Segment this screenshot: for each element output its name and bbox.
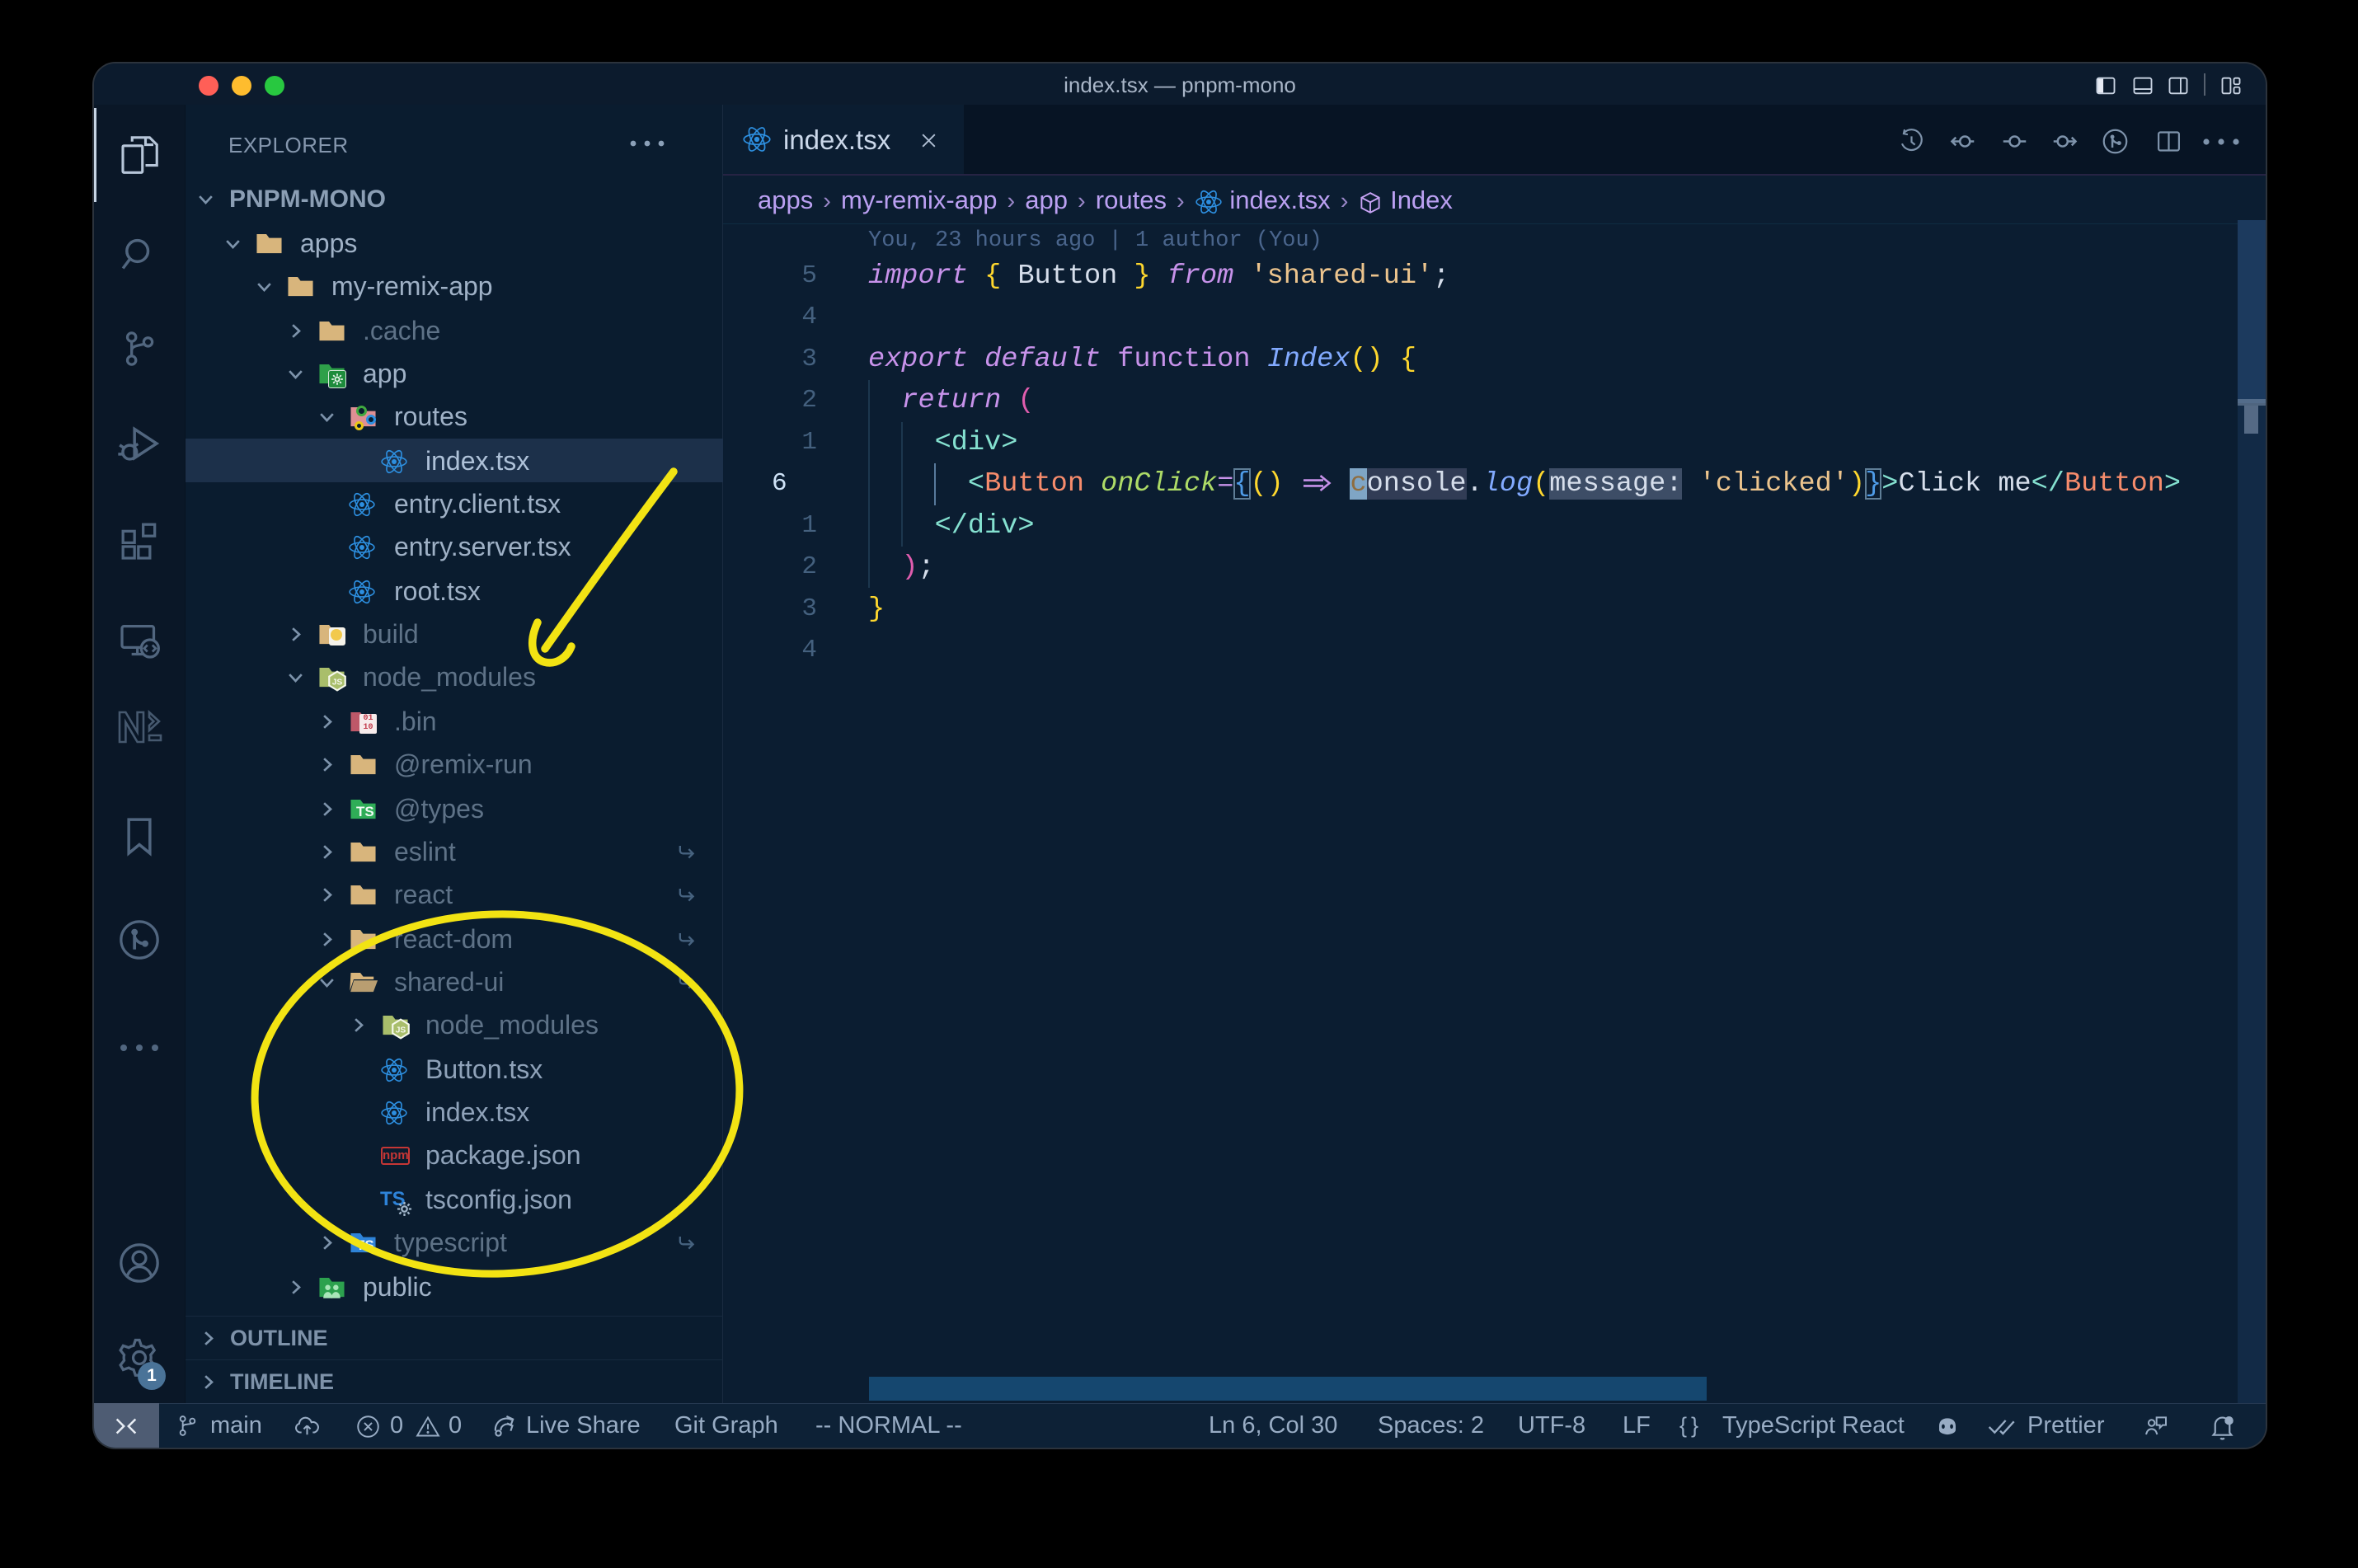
svg-text:JS: JS	[332, 678, 343, 687]
svg-text:JS: JS	[396, 1026, 406, 1035]
